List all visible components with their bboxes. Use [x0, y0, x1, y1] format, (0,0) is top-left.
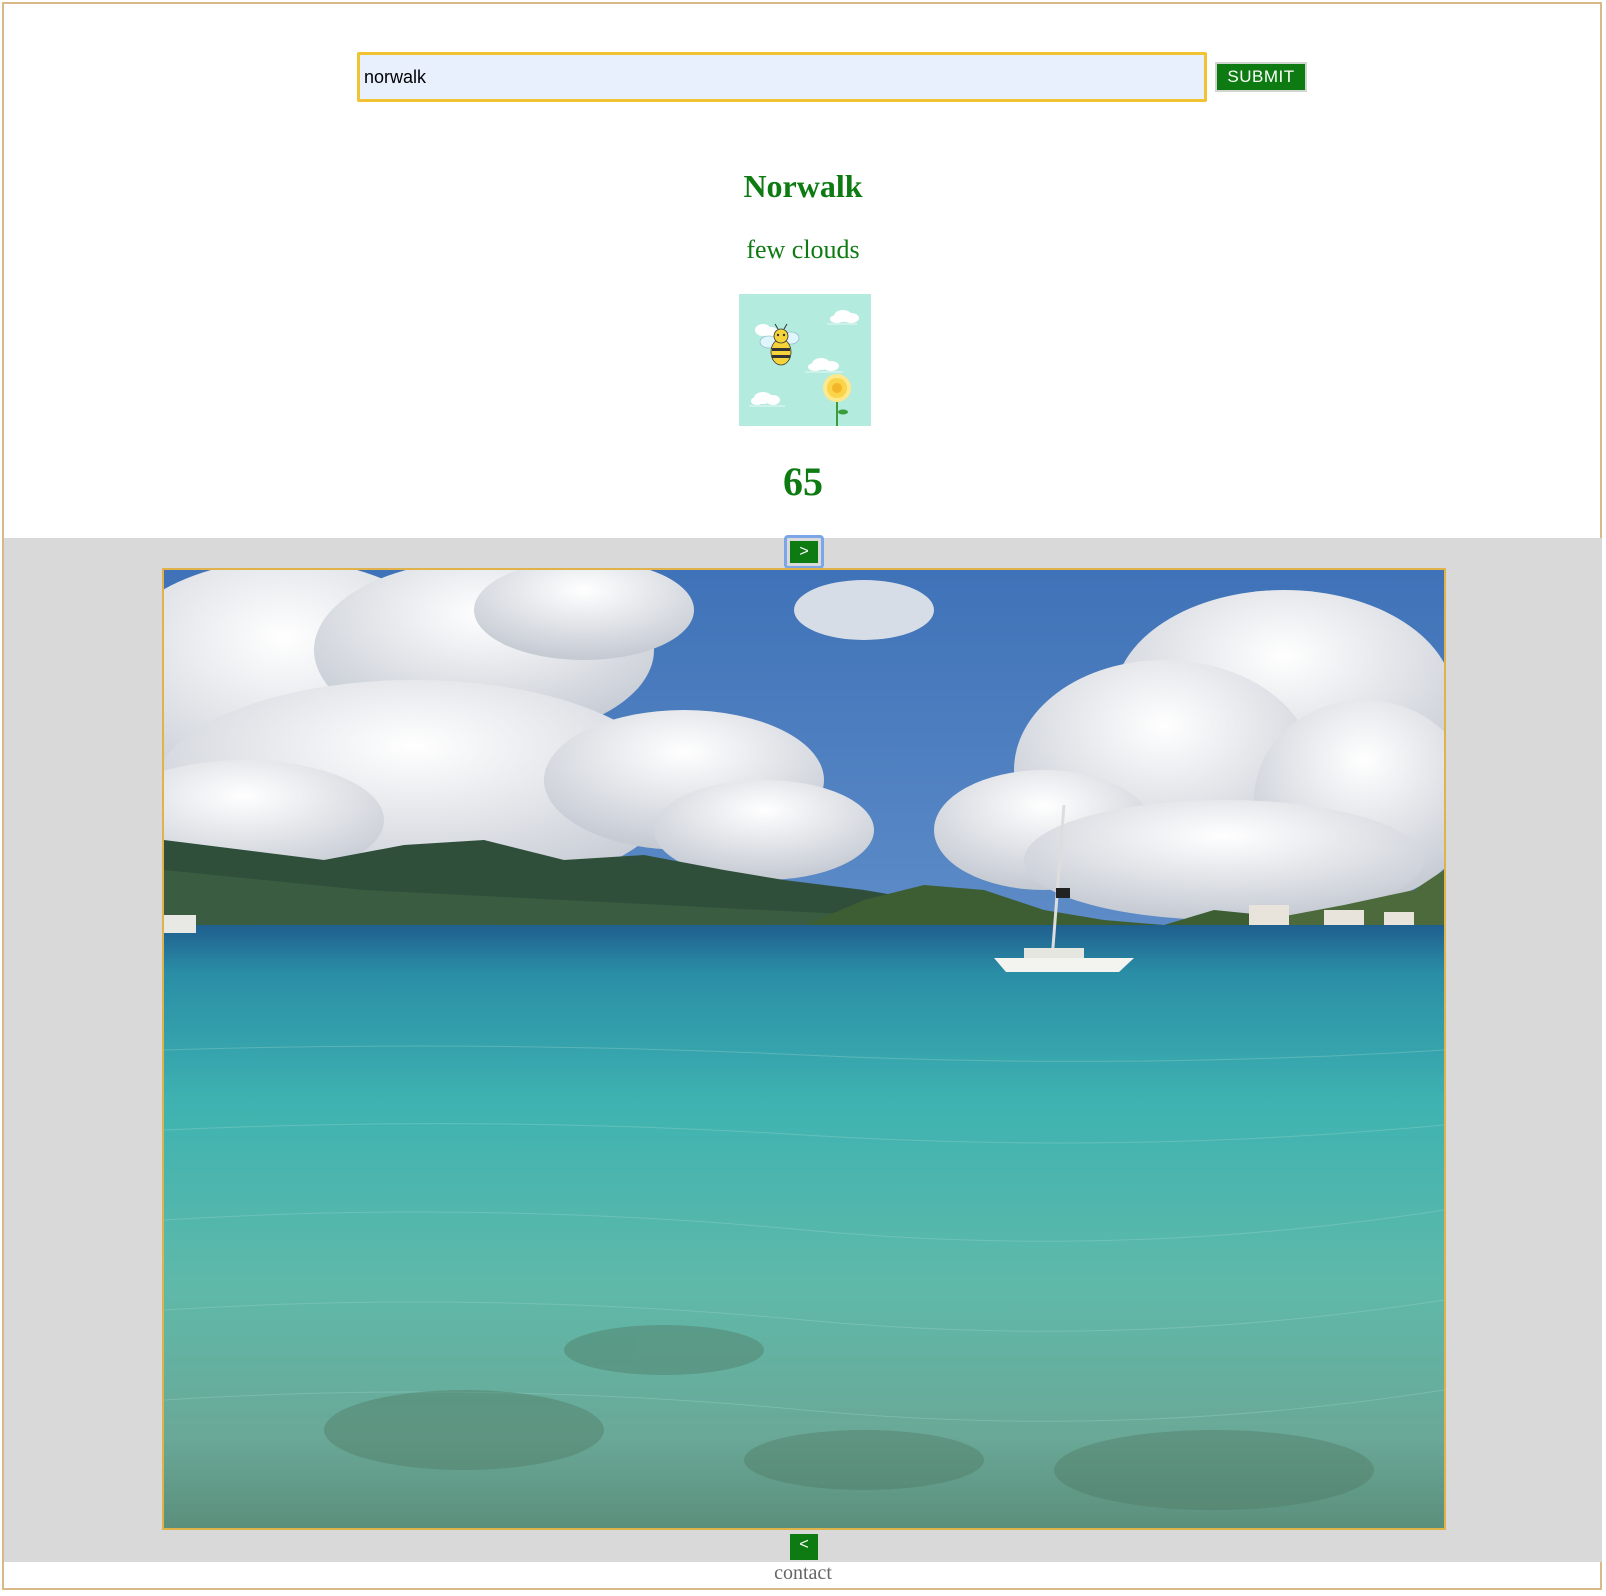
weather-description: few clouds [746, 235, 860, 264]
prev-arrow-icon: < [790, 1534, 818, 1560]
gallery-photo [162, 568, 1446, 1530]
submit-button[interactable]: SUBMIT [1215, 62, 1307, 92]
search-input[interactable] [357, 52, 1207, 102]
prev-photo-button[interactable]: < [790, 1534, 818, 1560]
next-arrow-icon: > [790, 541, 818, 563]
next-photo-button[interactable]: > [784, 535, 824, 569]
weather-icon [739, 294, 871, 426]
contact-link[interactable]: contact [0, 1562, 1606, 1585]
city-name: Norwalk [743, 168, 863, 204]
search-form: SUBMIT [357, 52, 1307, 102]
temperature-value: 65 [783, 459, 823, 504]
